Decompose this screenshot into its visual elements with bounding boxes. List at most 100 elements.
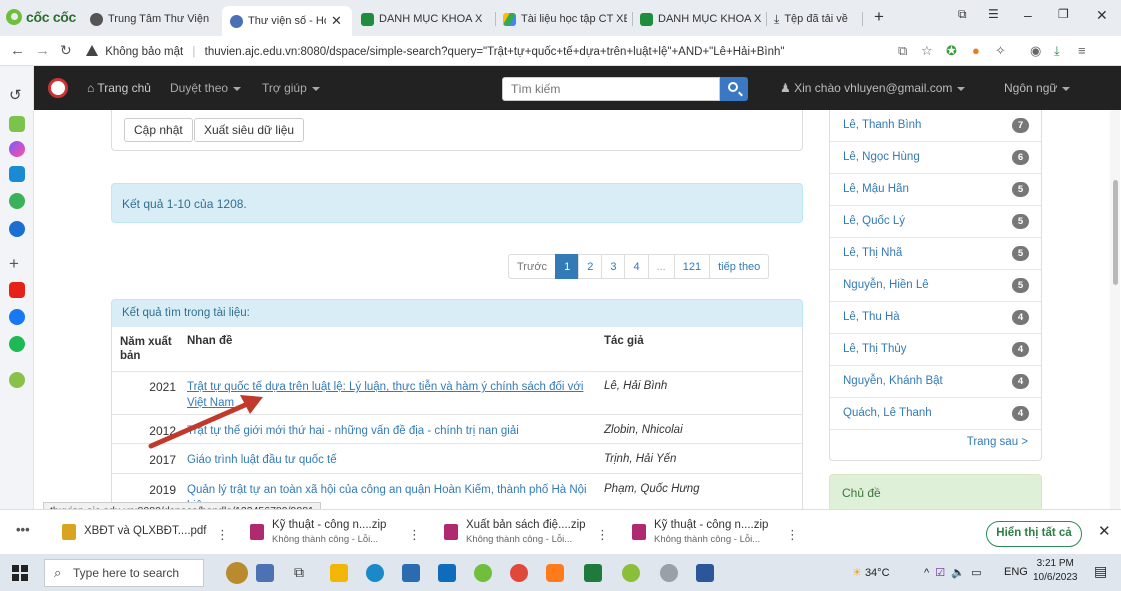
tray-icons[interactable]: ^ ☑ 🔈 ▭ (924, 566, 982, 579)
word-icon[interactable] (696, 564, 714, 582)
app-gray-icon[interactable] (660, 564, 678, 582)
windows-start-icon[interactable] (12, 565, 28, 581)
store-icon[interactable] (402, 564, 420, 582)
bookmark-star-icon[interactable]: ☆ (921, 43, 933, 59)
notifications-icon[interactable]: ▤ (1094, 563, 1107, 580)
nav-language[interactable]: Ngôn ngữ (1004, 81, 1071, 95)
forward-button[interactable]: → (35, 42, 50, 59)
file-explorer-icon[interactable] (330, 564, 348, 582)
facet-item[interactable]: Lê, Thu Hà 4 (830, 302, 1041, 334)
nav-help[interactable]: Trợ giúp (262, 81, 320, 95)
menu-icon[interactable]: ☰ (988, 7, 999, 21)
facet-item[interactable]: Lê, Thị Nhã 5 (830, 238, 1041, 270)
tab-digital-library[interactable]: Thư viện số - Họ ✕ (222, 6, 352, 36)
show-all-downloads-button[interactable]: Hiển thị tất cả (986, 521, 1082, 547)
new-tab-button[interactable]: + (874, 7, 884, 27)
page-scrollbar[interactable] (1110, 110, 1120, 509)
facet-item[interactable]: Nguyễn, Khánh Bật 4 (830, 366, 1041, 398)
url-field[interactable]: Không bảo mật | thuvien.ajc.edu.vn:8080/… (86, 44, 784, 58)
download-item[interactable]: XBĐT và QLXBĐT....pdf ⋮ (62, 518, 234, 548)
history-icon[interactable]: ↺ (9, 86, 25, 104)
tab-downloads[interactable]: ⤓ Tệp đã tải về (774, 8, 856, 30)
tab-danh-muc-2[interactable]: DANH MỤC KHOA X (640, 8, 762, 30)
app-green-icon[interactable] (622, 564, 640, 582)
coccoc-extension-icon[interactable]: ● (972, 43, 980, 58)
weather-widget[interactable]: ☀ 34°C (852, 566, 890, 579)
ai-assistant-icon[interactable] (9, 116, 25, 132)
facet-item[interactable]: Lê, Thanh Bình 7 (830, 110, 1041, 142)
download-menu-icon[interactable]: ⋮ (216, 527, 229, 543)
download-item[interactable]: Kỹ thuật - công n....zip Không thành côn… (250, 518, 430, 548)
facet-item[interactable]: Lê, Quốc Lý 5 (830, 206, 1041, 238)
browser-menu-icon[interactable]: ≡ (1078, 43, 1086, 58)
search-input[interactable] (502, 77, 720, 101)
update-button[interactable]: Cập nhật (124, 118, 193, 142)
profile-icon[interactable]: ◉ (1030, 43, 1041, 59)
facet-item[interactable]: Nguyễn, Hiền Lê 5 (830, 270, 1041, 302)
page-4[interactable]: 4 (624, 254, 649, 279)
task-view-icon[interactable]: ⧉ (294, 564, 312, 582)
close-shelf-icon[interactable]: ✕ (1098, 522, 1111, 540)
user-photo-icon[interactable] (226, 562, 248, 584)
excel-icon[interactable] (584, 564, 602, 582)
download-item[interactable]: Kỹ thuật - công n....zip Không thành côn… (632, 518, 812, 548)
add-sidebar-icon[interactable]: + (9, 254, 25, 273)
tab-library-center[interactable]: Trung Tâm Thư Viện (90, 8, 218, 30)
facebook-icon[interactable] (9, 309, 25, 325)
nav-user[interactable]: ♟ Xin chào vhluyen@gmail.com (780, 81, 966, 95)
page-next[interactable]: tiếp theo (709, 254, 770, 279)
page-1[interactable]: 1 (555, 254, 580, 279)
close-window-button[interactable]: ✕ (1096, 7, 1108, 24)
zalo-icon[interactable] (9, 166, 25, 182)
download-menu-icon[interactable]: ⋮ (786, 527, 799, 543)
taskbar-search-field[interactable]: ⌕ Type here to search (44, 559, 204, 587)
zalo-taskbar-icon[interactable] (546, 564, 564, 582)
messenger-icon[interactable] (9, 141, 25, 157)
coccoc-search-icon[interactable] (9, 221, 25, 237)
spotify-icon[interactable] (9, 336, 25, 352)
download-menu-icon[interactable]: ⋮ (596, 527, 609, 543)
share-icon[interactable]: ⧉ (898, 43, 907, 59)
row-title-link[interactable]: Giáo trình luật đầu tư quốc tế (187, 452, 592, 468)
minimize-button[interactable]: – (1024, 7, 1032, 23)
facet-item[interactable]: Lê, Thị Thủy 4 (830, 334, 1041, 366)
page-121[interactable]: 121 (673, 254, 711, 279)
page-prev[interactable]: Trước (508, 254, 557, 279)
facet-next-page-link[interactable]: Trang sau > (967, 436, 1028, 448)
coccoc-taskbar-icon[interactable] (474, 564, 492, 582)
row-title-link[interactable]: Trật tự thế giới mới thứ hai - những vấn… (187, 423, 592, 439)
facet-item[interactable]: Quách, Lê Thanh 4 (830, 398, 1041, 430)
library-logo-icon[interactable] (48, 78, 68, 98)
notebook-app-icon[interactable] (256, 564, 274, 582)
back-button[interactable]: ← (10, 42, 25, 59)
tab-hoc-tap[interactable]: Tài liệu học tập CT XE (503, 8, 627, 30)
facet-item[interactable]: Lê, Ngọc Hùng 6 (830, 142, 1041, 174)
youtube-icon[interactable] (9, 282, 25, 298)
input-language[interactable]: ENG (1004, 566, 1028, 578)
download-menu-icon[interactable]: ⋮ (408, 527, 421, 543)
nav-home[interactable]: ⌂ Trang chủ (87, 81, 151, 95)
tab-search-icon[interactable]: ⧉ (958, 7, 967, 22)
app-red-icon[interactable] (510, 564, 528, 582)
facet-item[interactable]: Lê, Mậu Hãn 5 (830, 174, 1041, 206)
row-title-link[interactable]: Trật tự quốc tế dựa trên luật lệ: Lý luậ… (187, 379, 592, 411)
restore-button[interactable]: ❐ (1058, 7, 1069, 21)
edge-icon[interactable] (366, 564, 384, 582)
page-2[interactable]: 2 (578, 254, 603, 279)
nav-browse[interactable]: Duyệt theo (170, 81, 242, 95)
extension-icon[interactable]: ✪ (946, 43, 957, 59)
download-icon[interactable]: ⤓ (1054, 43, 1060, 59)
mail-icon[interactable] (438, 564, 456, 582)
browser-brand[interactable]: cốc cốc (6, 9, 76, 25)
clock[interactable]: 3:21 PM 10/6/2023 (1033, 557, 1078, 585)
page-3[interactable]: 3 (601, 254, 626, 279)
reload-button[interactable]: ↻ (60, 42, 72, 59)
game-icon[interactable] (9, 193, 25, 209)
scrollbar-thumb[interactable] (1113, 180, 1118, 285)
export-metadata-button[interactable]: Xuất siêu dữ liệu (194, 118, 305, 142)
search-button[interactable] (720, 77, 748, 101)
more-icon[interactable]: ••• (16, 522, 30, 537)
settings-extension-icon[interactable] (9, 372, 25, 388)
download-item[interactable]: Xuất bản sách điệ....zip Không thành côn… (444, 518, 624, 548)
puzzle-icon[interactable]: ✧ (995, 43, 1006, 59)
